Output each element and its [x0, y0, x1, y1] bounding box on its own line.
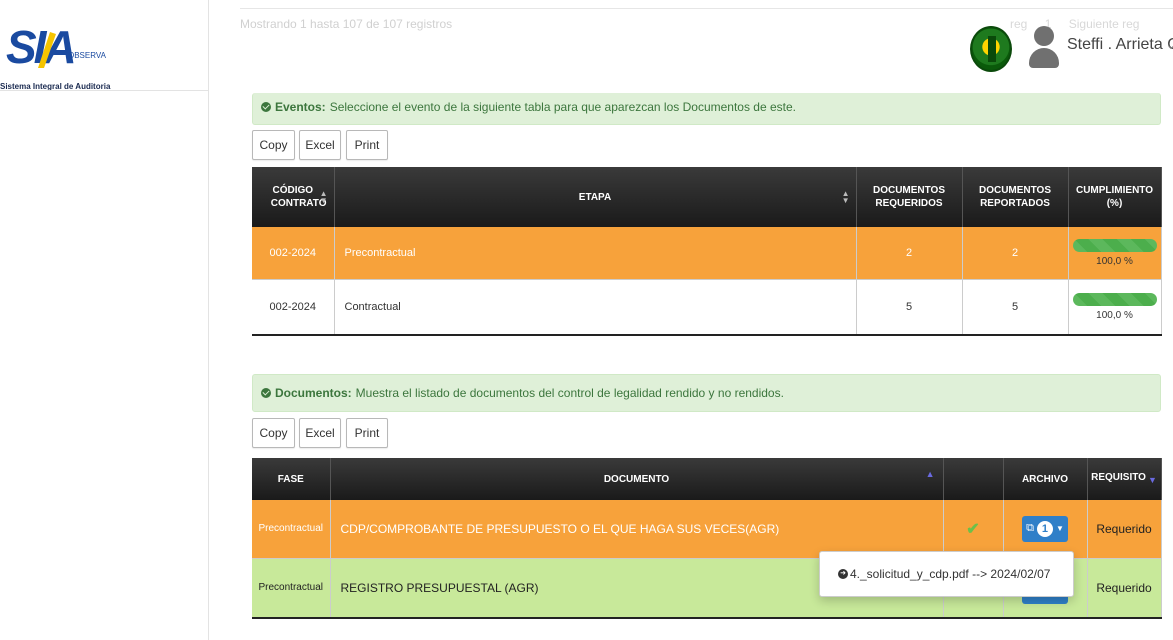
- cell-requeridos: 5: [856, 279, 963, 336]
- pager-next[interactable]: Siguiente reg: [1069, 17, 1140, 31]
- sort-desc-icon: ▼: [1147, 475, 1157, 485]
- file-dropdown-menu: ➜ 4._solicitud_y_cdp.pdf --> 2024/02/07: [819, 551, 1074, 597]
- col-status: [943, 458, 1004, 500]
- documents-alert-text: Muestra el listado de documentos del con…: [355, 386, 784, 400]
- cell-status: ✔: [943, 500, 1004, 559]
- print-button[interactable]: Print: [346, 418, 388, 448]
- logo-observa: OBSERVA: [68, 51, 106, 60]
- col-archivo: ARCHIVO: [1003, 458, 1088, 500]
- cell-requeridos: 2: [856, 227, 963, 280]
- col-requisito[interactable]: REQUISITO ▼: [1087, 458, 1162, 500]
- sia-logo[interactable]: SIA OBSERVA Sistema Integral de Auditori…: [0, 22, 110, 92]
- cell-cumplimiento: 100,0 %: [1068, 227, 1162, 280]
- arrow-circle-icon: ➜: [838, 569, 848, 579]
- file-copy-icon: ⧉: [1026, 522, 1034, 535]
- cell-documento: CDP/COMPROBANTE DE PRESUPUESTO O EL QUE …: [330, 500, 944, 559]
- sort-icon: ▲ ▼: [841, 189, 850, 205]
- copy-button[interactable]: Copy: [252, 130, 295, 160]
- table-row[interactable]: 002-2024 Contractual 5 5 100,0 %: [252, 279, 1162, 336]
- header-divider: [240, 8, 1173, 9]
- col-fase: FASE: [252, 458, 331, 500]
- events-alert-text: Seleccione el evento de la siguiente tab…: [329, 100, 796, 114]
- entity-emblem-icon: [970, 26, 1012, 72]
- events-alert-title: Eventos:: [275, 100, 326, 114]
- chevron-down-icon[interactable]: ⌄: [1166, 38, 1173, 52]
- file-count-badge: 1: [1036, 520, 1053, 537]
- cell-etapa: Precontractual: [334, 227, 857, 280]
- documents-alert-title: Documentos:: [275, 386, 352, 400]
- cell-requisito: Requerido: [1087, 500, 1162, 559]
- records-info: Mostrando 1 hasta 107 de 107 registros: [240, 17, 453, 31]
- file-dropdown-item[interactable]: 4._solicitud_y_cdp.pdf --> 2024/02/07: [850, 567, 1050, 581]
- col-documentos-reportados: DOCUMENTOS REPORTADOS: [962, 167, 1069, 227]
- excel-button[interactable]: Excel: [299, 418, 341, 448]
- print-button[interactable]: Print: [346, 130, 388, 160]
- check-circle-icon: [261, 388, 271, 398]
- cell-archivo: ⧉ 1 ▼: [1003, 500, 1088, 559]
- table-row[interactable]: Precontractual CDP/COMPROBANTE DE PRESUP…: [252, 500, 1162, 559]
- excel-button[interactable]: Excel: [299, 130, 341, 160]
- cell-reportados: 2: [962, 227, 1069, 280]
- col-etapa[interactable]: ETAPA ▲ ▼: [334, 167, 857, 227]
- col-cumplimiento: CUMPLIMIENTO (%): [1068, 167, 1162, 227]
- sort-asc-icon: ▲: [925, 469, 935, 479]
- pager-prev[interactable]: reg: [1010, 17, 1027, 31]
- file-dropdown-button[interactable]: ⧉ 1 ▼: [1022, 515, 1068, 542]
- logo-swoosh-icon: [38, 32, 56, 68]
- sidebar: SIA OBSERVA Sistema Integral de Auditori…: [0, 0, 209, 640]
- table-row[interactable]: 002-2024 Precontractual 2 2 100,0 %: [252, 227, 1162, 280]
- col-codigo-contrato[interactable]: CÓDIGO CONTRATO ▲ ▼: [252, 167, 335, 227]
- cell-fase: Precontractual: [252, 500, 331, 559]
- documents-alert: Documentos: Muestra el listado de docume…: [252, 374, 1161, 412]
- progress-bar: 100,0 %: [1072, 238, 1157, 267]
- check-icon: ✔: [966, 520, 980, 538]
- cell-codigo: 002-2024: [252, 279, 335, 336]
- col-documento[interactable]: DOCUMENTO ▲: [330, 458, 944, 500]
- copy-button[interactable]: Copy: [252, 418, 295, 448]
- sidebar-divider: [0, 90, 209, 91]
- events-alert: Eventos: Seleccione el evento de la sigu…: [252, 93, 1161, 125]
- cell-fase: Precontractual: [252, 558, 331, 619]
- cell-etapa: Contractual: [334, 279, 857, 336]
- user-avatar-icon[interactable]: [1028, 24, 1062, 70]
- caret-down-icon: ▼: [1055, 524, 1064, 534]
- sort-icon: ▲ ▼: [319, 189, 328, 205]
- progress-bar: 100,0 %: [1072, 292, 1157, 321]
- events-table: CÓDIGO CONTRATO ▲ ▼ ETAPA ▲ ▼ DOCUMENTOS REQ…: [252, 167, 1162, 336]
- check-circle-icon: [261, 102, 271, 112]
- user-name[interactable]: Steffi . Arrieta C.: [1067, 36, 1173, 54]
- cell-requisito: Requerido: [1087, 558, 1162, 619]
- cell-cumplimiento: 100,0 %: [1068, 279, 1162, 336]
- cell-reportados: 5: [962, 279, 1069, 336]
- col-documentos-requeridos: DOCUMENTOS REQUERIDOS: [856, 167, 963, 227]
- cell-codigo: 002-2024: [252, 227, 335, 280]
